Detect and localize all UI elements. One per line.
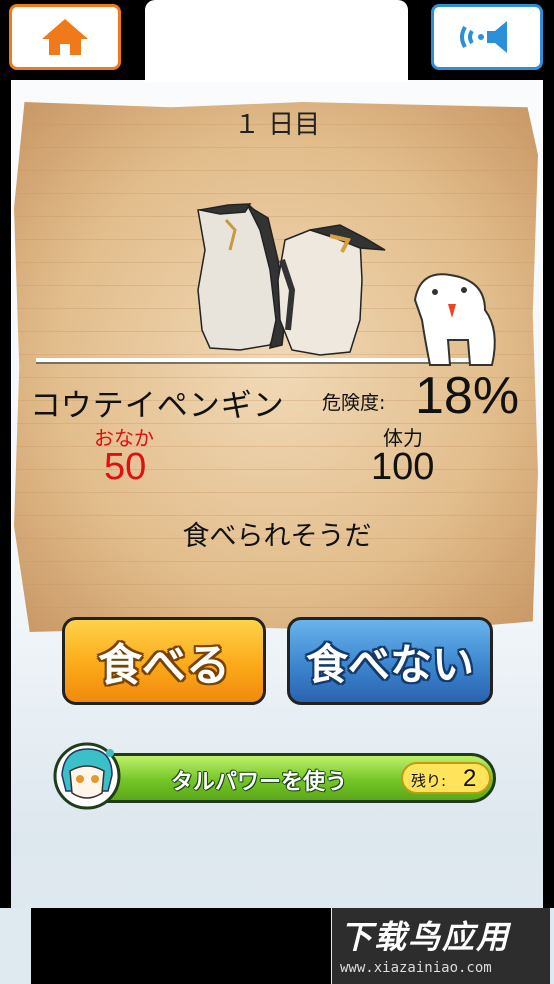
watermark: 下载鸟应用 www.xiazainiao.com [332,908,550,984]
bottom-edge [0,908,31,984]
penguin-illustration [36,203,496,366]
danger-value: 18% [415,367,520,425]
status-comment: 食べられそうだ [182,521,372,552]
remaining-badge: 残り: 2 [401,762,491,794]
sound-button[interactable] [431,4,543,70]
use-power-button[interactable]: タルパワーを使う 残り: 2 [60,753,496,803]
ad-area [31,908,331,984]
day-counter: １ 日目 [233,110,321,140]
speaker-icon [460,21,507,53]
danger-label: 危険度: [322,392,386,414]
hunger-value: 50 [104,446,147,488]
remaining-label: 残り: [411,772,447,790]
bottom-edge-right [550,908,554,984]
home-button[interactable] [9,4,121,70]
home-icon [42,19,88,55]
penguin-left [197,203,287,351]
use-power-label: タルパワーを使う [171,770,348,795]
remaining-count: 2 [463,765,477,792]
ghost-character-icon [413,273,496,366]
species-name: コウテイペンギン [30,388,285,424]
eat-button[interactable]: 食べる [62,617,266,705]
character-avatar-icon [53,742,121,810]
watermark-title: 下载鸟应用 [340,918,511,956]
stamina-value: 100 [371,446,435,488]
watermark-url: www.xiazainiao.com [340,960,492,976]
dont-eat-button[interactable]: 食べない [287,617,493,705]
right-border [543,80,554,910]
header-tab [145,0,408,82]
penguin-right [277,224,386,356]
game-screen: １ 日目 コウテイペンギン 危険度: 18% おなか 50 体力 100 食べら… [0,0,554,984]
left-border [0,80,11,910]
